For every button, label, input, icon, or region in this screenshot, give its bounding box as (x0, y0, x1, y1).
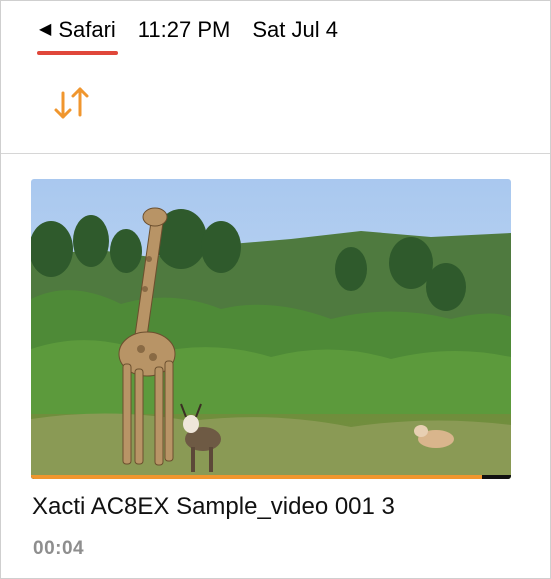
status-date: Sat Jul 4 (252, 17, 338, 42)
toolbar-divider (1, 153, 550, 154)
video-title[interactable]: Xacti AC8EX Sample_video 001 3 (32, 493, 395, 521)
back-to-safari-button[interactable]: ◀ Safari (37, 17, 118, 55)
status-time: 11:27 PM (137, 17, 231, 42)
playback-progress-bar (31, 475, 511, 479)
playback-progress-fill (31, 475, 483, 479)
app-window: ◀ Safari 11:27 PM Sat Jul 4 Xacti AC8EX … (0, 0, 551, 579)
back-triangle-icon: ◀ (39, 21, 52, 38)
video-thumbnail[interactable] (31, 179, 511, 479)
focus-underline (37, 51, 118, 55)
status-bar: ◀ Safari 11:27 PM Sat Jul 4 (37, 15, 338, 55)
sort-arrows-icon (54, 87, 89, 119)
sort-button[interactable] (53, 85, 93, 123)
video-duration: 00:04 (33, 538, 85, 559)
back-label: Safari (58, 17, 116, 42)
video-thumbnail-image (31, 179, 511, 479)
